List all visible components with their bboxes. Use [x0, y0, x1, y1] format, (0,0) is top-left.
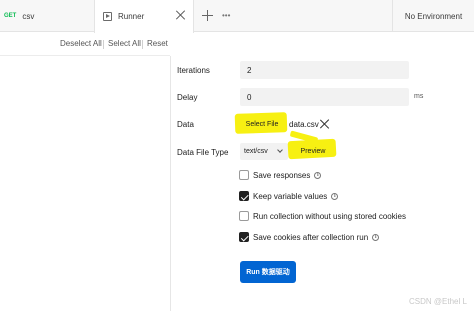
option-save-responses[interactable]: Save responses i [239, 169, 322, 181]
tab-csv[interactable]: GET csv [0, 0, 94, 32]
reset-button[interactable]: Reset [147, 39, 168, 48]
delay-unit: ms [414, 93, 424, 100]
checkbox[interactable] [239, 211, 249, 221]
plus-icon[interactable] [202, 10, 213, 21]
left-toolbar: Deselect All Select All Reset [0, 32, 170, 56]
checkbox[interactable] [239, 191, 249, 201]
runner-icon [103, 12, 112, 21]
method-badge: GET [4, 13, 17, 19]
data-file-type-label: Data File Type [177, 148, 229, 157]
preview-button[interactable]: Preview [294, 145, 332, 158]
run-button[interactable]: Run 数据驱动 [240, 261, 296, 283]
info-icon[interactable]: i [372, 233, 380, 241]
remove-file-icon[interactable] [320, 119, 330, 129]
option-save-cookies[interactable]: Save cookies after collection run i [239, 231, 380, 243]
select-file-button[interactable]: Select File [240, 116, 284, 132]
option-label: Run collection without using stored cook… [253, 211, 406, 221]
option-keep-variable-values[interactable]: Keep variable values i [239, 190, 339, 202]
deselect-all-button[interactable]: Deselect All [60, 39, 102, 48]
delay-label: Delay [177, 93, 198, 102]
info-icon[interactable]: i [331, 192, 339, 200]
option-label: Save cookies after collection run [253, 232, 369, 242]
file-name: data.csv [289, 120, 319, 129]
option-label: Keep variable values [253, 191, 328, 201]
checkbox[interactable] [239, 232, 249, 242]
tab-title-csv: csv [22, 11, 35, 21]
watermark: CSDN @Ethel L [409, 297, 467, 306]
iterations-label: Iterations [177, 66, 210, 75]
toolbar-divider [142, 40, 143, 49]
panel-divider [170, 56, 171, 311]
delay-input[interactable]: 0 [240, 88, 409, 106]
option-label: Save responses [253, 170, 311, 180]
data-file-type-value: text/csv [244, 148, 268, 155]
data-file-type-select[interactable]: text/csv [240, 143, 288, 160]
toolbar-divider [103, 40, 104, 49]
iterations-input[interactable]: 2 [240, 61, 409, 79]
data-label: Data [177, 120, 194, 129]
tab-title-runner: Runner [118, 12, 145, 21]
more-icon[interactable]: ••• [222, 12, 230, 20]
chevron-down-icon [277, 147, 283, 153]
tab-bar: GET csv Runner ••• No Environment [0, 0, 474, 33]
option-run-without-cookies[interactable]: Run collection without using stored cook… [239, 210, 406, 222]
tab-runner[interactable]: Runner [94, 0, 194, 33]
close-icon[interactable] [176, 10, 186, 20]
checkbox[interactable] [239, 170, 249, 180]
info-icon[interactable]: i [314, 171, 322, 179]
select-all-button[interactable]: Select All [108, 39, 141, 48]
environment-select[interactable]: No Environment [392, 0, 474, 32]
